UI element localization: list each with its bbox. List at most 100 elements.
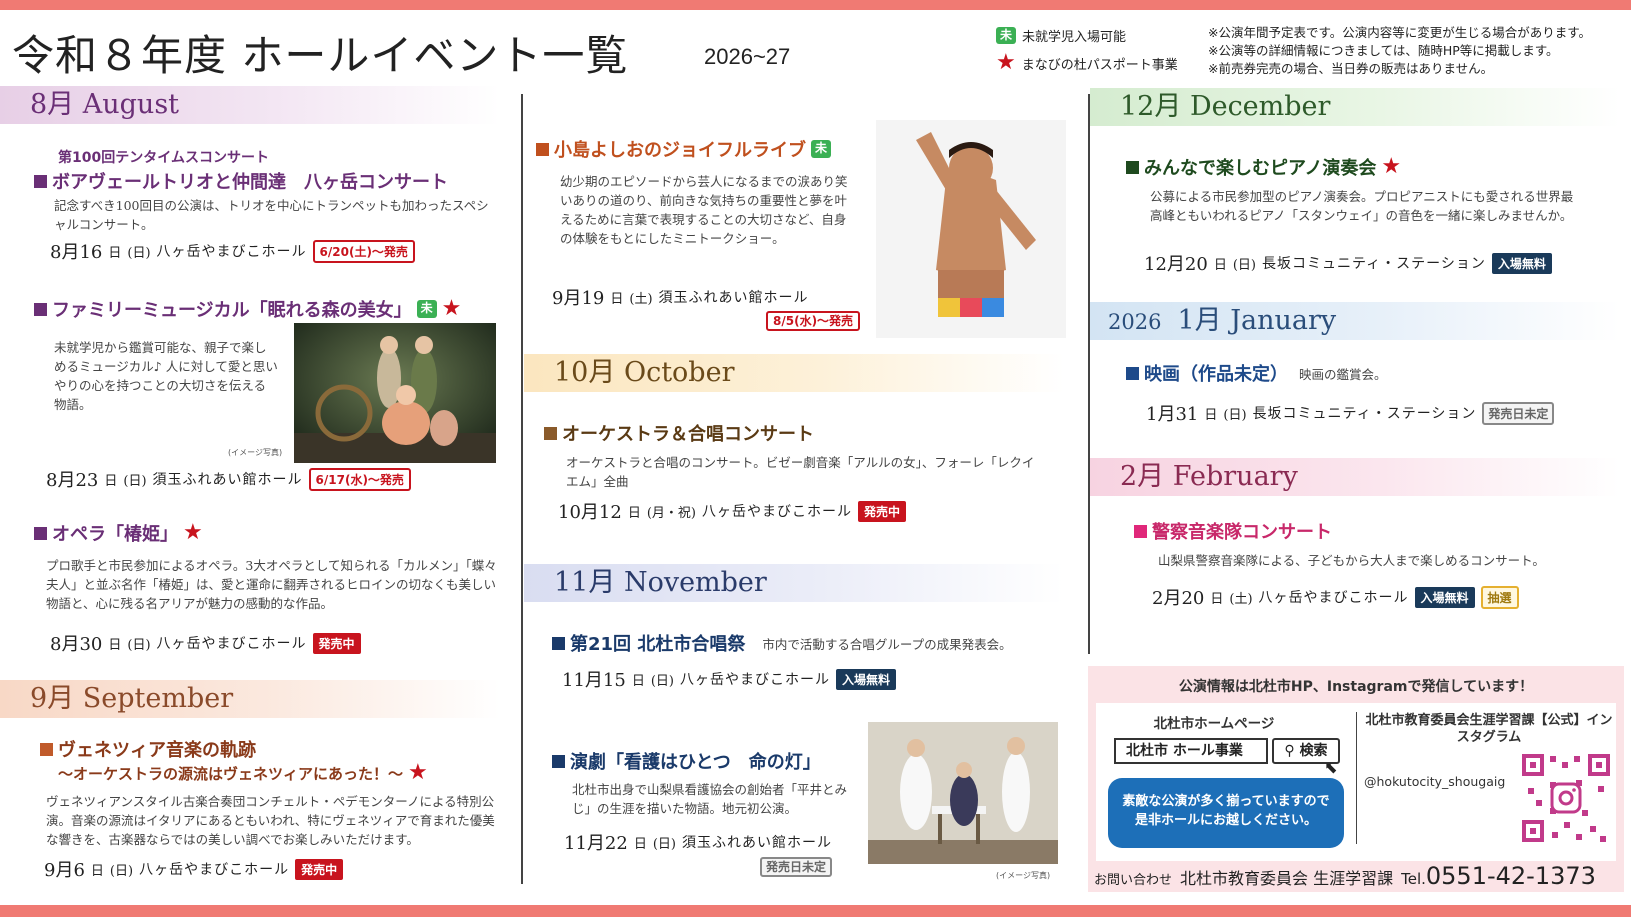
star-icon: ★ — [441, 296, 462, 321]
on-sale-badge: 発売中 — [312, 632, 361, 654]
event-subtitle: 第100回テンタイムスコンサート — [58, 150, 269, 166]
event-title-text: ファミリーミュージカル「眠れる森の美女」 — [52, 300, 412, 321]
event-dow: (日) — [1223, 407, 1247, 423]
event-title-text: みんなで楽しむピアノ演奏会 — [1144, 158, 1377, 179]
event-venue: 八ヶ岳やまびこホール — [139, 862, 290, 878]
mishu-icon: 未 — [996, 26, 1017, 45]
free-entry-badge: 入場無料 — [1491, 252, 1552, 274]
event-title-text: オペラ「椿姫」 — [52, 524, 178, 545]
event-title-aug3: オペラ「椿姫」 ★ — [34, 520, 203, 546]
note: ※公演年間予定表です。公演内容等に変更が生じる場合があります。 — [1208, 25, 1591, 40]
musical-photo — [294, 323, 496, 463]
star-icon: ★ — [996, 50, 1016, 75]
bullet-square — [552, 636, 565, 650]
note: ※前売券完売の場合、当日券の販売はありません。 — [1208, 61, 1494, 76]
contact-prefix: お問い合わせ — [1094, 873, 1173, 888]
event-date: 1月31 — [1146, 404, 1199, 425]
note: ※公演等の詳細情報につきましては、随時HP等に掲載します。 — [1208, 43, 1559, 58]
event-title-aug1: ボアヴェールトリオと仲間達 八ヶ岳コンサート — [34, 168, 448, 194]
event-dow: (土) — [629, 291, 653, 307]
event-dow: (日) — [1232, 257, 1256, 273]
bottom-accent-bar — [0, 905, 1631, 917]
event-subtitle: ～オーケストラの源流はヴェネツィアにあった！～ — [58, 764, 404, 783]
event-date: 9月19 — [552, 288, 605, 309]
sale-date-badge: 6/20(土)～発売 — [312, 239, 415, 263]
event-title-text: ヴェネツィア音楽の軌跡 — [58, 740, 256, 761]
photo-caption: (イメージ写真) — [228, 448, 283, 457]
search-input[interactable]: 北杜市 ホール事業 — [1114, 738, 1268, 764]
qr-code-icon[interactable] — [1520, 752, 1612, 844]
bullet-square — [34, 302, 47, 316]
ig-handle[interactable]: @hokutocity_shougaig — [1364, 774, 1505, 789]
event-date: 9月6 — [44, 860, 85, 881]
star-icon: ★ — [1381, 154, 1402, 179]
event-date: 8月16 — [50, 242, 103, 263]
sale-undecided-badge: 発売日未定 — [760, 857, 833, 877]
legend-mishu-label: 未就学児入場可能 — [1022, 30, 1127, 45]
sale-date-badge: 8/5(水)～発売 — [766, 311, 861, 331]
hp-label: 北杜市ホームページ — [1153, 716, 1275, 732]
event-desc: ヴェネツィアンスタイル古楽合奏団コンチェルト・ペデモンターノによる特別公演。音楽… — [46, 794, 495, 847]
event-title-nov2: 演劇「看護はひとつ 命の灯」 — [552, 748, 821, 774]
mishu-icon: 未 — [416, 300, 437, 318]
legend-star-label: まなびの杜パスポート事業 — [1021, 57, 1178, 73]
event-dow: (土) — [1229, 591, 1253, 607]
event-desc: 幼少期のエピソードから芸人になるまでの涙あり笑いありの道のり、前向きな気持ちの重… — [560, 174, 848, 246]
search-button-label: 検索 — [1299, 743, 1328, 759]
sale-undecided-wrap: 発売日未定 — [760, 856, 833, 877]
event-title-text: 警察音楽隊コンサート — [1152, 522, 1332, 543]
bullet-square — [1134, 524, 1147, 538]
message-bubble: 素敵な公演が多く揃っていますので是非ホールにお越しください。 — [1108, 778, 1344, 848]
on-sale-badge: 発売中 — [295, 858, 344, 880]
notes: ※公演年間予定表です。公演内容等に変更が生じる場合があります。 ※公演等の詳細情… — [1208, 24, 1591, 78]
bullet-square — [536, 142, 549, 156]
tel-number[interactable]: 0551-42-1373 — [1426, 862, 1596, 890]
bullet-square — [552, 754, 565, 768]
ig-label: 北杜市教育委員会生涯学習課【公式】インスタグラム — [1365, 713, 1613, 745]
event-venue: 須玉ふれあい館ホール — [152, 472, 303, 488]
info-headline: 公演情報は北杜市HP、Instagramで発信しています！ — [1178, 679, 1534, 695]
search-icon: ⚲ — [1284, 743, 1295, 759]
event-date-row: 9月6 日 (日) 八ヶ岳やまびこホール 発売中 — [44, 856, 344, 882]
event-date-row: 11月22 日 (日) 須玉ふれあい館ホール — [564, 829, 832, 855]
event-date: 8月30 — [50, 634, 103, 655]
event-venue: 八ヶ岳やまびこホール — [1258, 590, 1409, 606]
event-date: 8月23 — [46, 470, 99, 491]
event-date: 10月12 — [558, 502, 622, 523]
event-date: 2月20 — [1152, 588, 1205, 609]
bullet-square — [1126, 160, 1139, 174]
month-header-nov: 11月 November — [524, 564, 1064, 602]
tel-label: Tel. — [1401, 870, 1426, 888]
lottery-badge: 抽選 — [1480, 585, 1519, 609]
contact-org: 北杜市教育委員会 生涯学習課 — [1180, 869, 1394, 888]
event-title-sep1: ヴェネツィア音楽の軌跡 — [40, 736, 256, 762]
event-dow: (日) — [127, 245, 151, 261]
event-date-row: 10月12 日 (月・祝) 八ヶ岳やまびこホール 発売中 — [558, 498, 906, 524]
event-desc: 山梨県警察音楽隊による、子どもから大人まで楽しめるコンサート。 — [1158, 553, 1545, 568]
event-venue: 八ヶ岳やまびこホール — [156, 244, 307, 260]
legend-mishu: 未 未就学児入場可能 — [996, 26, 1126, 45]
event-venue: 須玉ふれあい館ホール — [658, 290, 809, 306]
event-desc: 公募による市民参加型のピアノ演奏会。プロピアニストにも愛される世界最高峰ともいわ… — [1150, 189, 1574, 223]
photo-caption: (イメージ写真) — [996, 871, 1051, 880]
event-title-text: 演劇「看護はひとつ 命の灯」 — [570, 752, 821, 773]
event-title-nov1: 第21回 北杜市合唱祭 市内で活動する合唱グループの成果発表会。 — [552, 630, 1012, 656]
event-venue: 長坂コミュニティ・ステーション — [1252, 406, 1477, 422]
month-header-sep: 9月 September — [0, 680, 500, 718]
event-date-row: 1月31 日 (日) 長坂コミュニティ・ステーション 発売日未定 — [1146, 400, 1555, 426]
event-title-text: ボアヴェールトリオと仲間達 八ヶ岳コンサート — [52, 172, 448, 193]
page-title: 令和８年度 ホールイベント一覧 — [12, 31, 629, 80]
event-title-aug2: ファミリーミュージカル「眠れる森の美女」未 ★ — [34, 296, 461, 322]
free-entry-badge: 入場無料 — [1414, 586, 1475, 608]
event-title-text: オーケストラ＆合唱コンサート — [562, 424, 814, 445]
event-desc: 市内で活動する合唱グループの成果発表会。 — [762, 636, 1012, 652]
event-date-row: 2月20 日 (土) 八ヶ岳やまびこホール 入場無料 抽選 — [1152, 584, 1519, 610]
performer-photo — [876, 120, 1066, 338]
sale-date-badge: 6/17(水)～発売 — [308, 467, 411, 491]
event-date: 11月22 — [564, 833, 628, 854]
event-dow: (日) — [127, 637, 151, 653]
contact-row: お問い合わせ 北杜市教育委員会 生涯学習課 Tel. 0551-42-1373 — [1094, 862, 1596, 890]
event-desc: オーケストラと合唱のコンサート。ビゼー劇音楽「アルルの女」、フォーレ「レクイエム… — [566, 455, 1035, 489]
event-date-row: 12月20 日 (日) 長坂コミュニティ・ステーション 入場無料 — [1144, 250, 1552, 276]
event-title-dec1: みんなで楽しむピアノ演奏会 ★ — [1126, 154, 1401, 180]
